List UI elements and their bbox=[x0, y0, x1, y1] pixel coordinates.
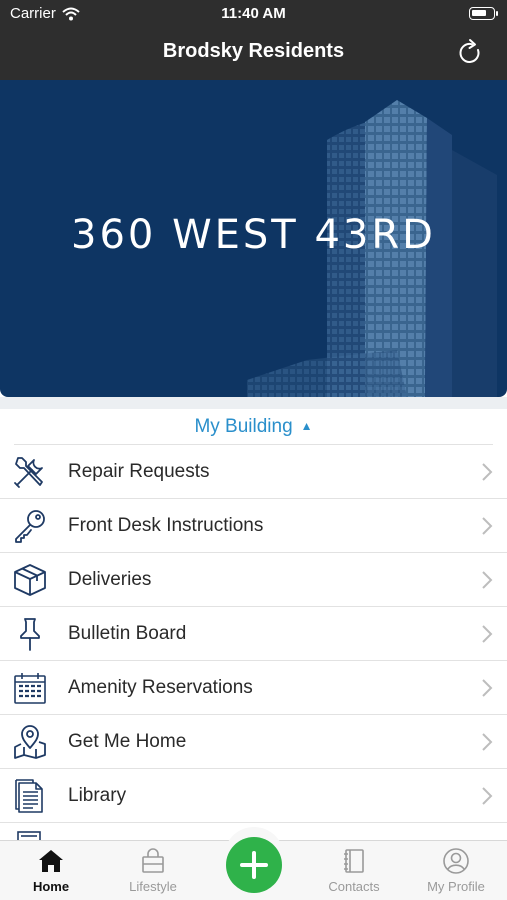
chevron-right-icon bbox=[482, 625, 493, 643]
map-pin-icon bbox=[14, 725, 46, 759]
add-button[interactable] bbox=[226, 837, 282, 893]
tools-icon bbox=[14, 457, 43, 488]
menu-item-label: Library bbox=[68, 785, 127, 806]
menu-item-library[interactable]: Library bbox=[0, 769, 507, 823]
top-bar: Carrier 11:40 AM Brodsky Residents bbox=[0, 0, 507, 80]
divider bbox=[0, 397, 507, 409]
menu-item-repair-requests[interactable]: Repair Requests bbox=[0, 445, 507, 499]
status-bar: Carrier 11:40 AM bbox=[0, 0, 507, 28]
menu-item-deliveries[interactable]: Deliveries bbox=[0, 553, 507, 607]
page-title: Brodsky Residents bbox=[162, 40, 345, 62]
document-icon bbox=[15, 779, 43, 813]
person-icon bbox=[443, 848, 469, 874]
menu-item-label: Bulletin Board bbox=[68, 623, 187, 644]
chevron-right-icon bbox=[482, 517, 493, 535]
chevron-right-icon bbox=[482, 787, 493, 805]
tab-my-profile[interactable]: My Profile bbox=[411, 847, 501, 894]
shopping-bag-icon bbox=[142, 848, 164, 873]
status-time: 11:40 AM bbox=[221, 5, 286, 22]
menu-item-bulletin-board[interactable]: Bulletin Board bbox=[0, 607, 507, 661]
menu-item-label: Deliveries bbox=[68, 569, 152, 590]
my-building-header[interactable]: My Building ▲ bbox=[0, 409, 507, 445]
menu-item-label: Amenity Reservations bbox=[68, 677, 253, 698]
building-hero: 360 WEST 43RD bbox=[0, 80, 507, 397]
refresh-icon[interactable] bbox=[455, 38, 485, 68]
menu-item-label: Get Me Home bbox=[68, 731, 187, 752]
menu-item-label: Front Desk Instructions bbox=[68, 515, 264, 536]
tab-label: Home bbox=[32, 879, 70, 894]
building-menu-list: Repair Requests Front Desk Instructions … bbox=[0, 445, 507, 823]
tab-label: My Profile bbox=[427, 879, 485, 894]
tab-home[interactable]: Home bbox=[6, 847, 96, 894]
menu-item-get-me-home[interactable]: Get Me Home bbox=[0, 715, 507, 769]
menu-item-amenity-reservations[interactable]: Amenity Reservations bbox=[0, 661, 507, 715]
package-icon bbox=[14, 564, 46, 596]
menu-item-front-desk-instructions[interactable]: Front Desk Instructions bbox=[0, 499, 507, 553]
battery-icon bbox=[469, 7, 498, 20]
tab-label: Contacts bbox=[328, 879, 380, 894]
chevron-right-icon bbox=[482, 679, 493, 697]
chevron-right-icon bbox=[482, 733, 493, 751]
tab-label: Lifestyle bbox=[129, 879, 177, 894]
calendar-icon bbox=[14, 673, 46, 704]
tab-contacts[interactable]: Contacts bbox=[309, 847, 399, 894]
home-icon bbox=[39, 850, 63, 872]
address-book-icon bbox=[344, 849, 364, 873]
chevron-right-icon bbox=[482, 463, 493, 481]
chevron-right-icon bbox=[482, 571, 493, 589]
pushpin-icon bbox=[20, 618, 40, 651]
building-name: 360 WEST 43RD bbox=[71, 212, 436, 258]
section-title: My Building bbox=[194, 416, 293, 437]
menu-item-label: Repair Requests bbox=[68, 461, 210, 482]
key-icon bbox=[15, 510, 45, 543]
tab-lifestyle[interactable]: Lifestyle bbox=[108, 847, 198, 894]
collapse-caret-icon: ▲ bbox=[300, 419, 313, 433]
